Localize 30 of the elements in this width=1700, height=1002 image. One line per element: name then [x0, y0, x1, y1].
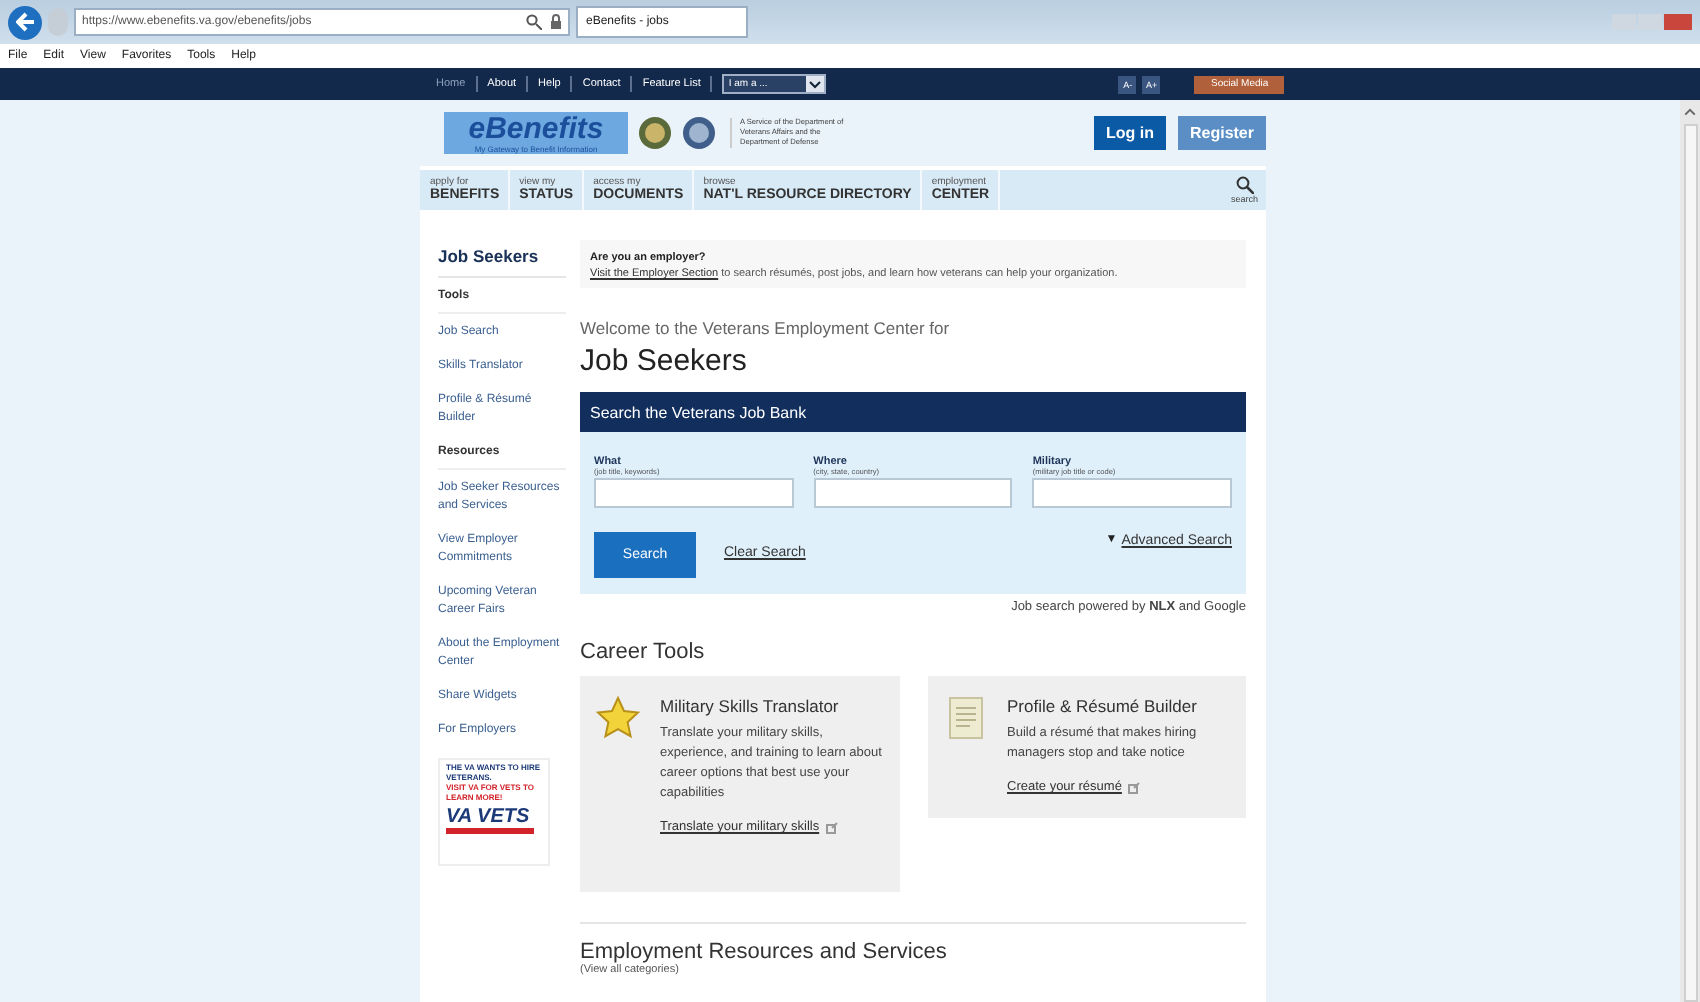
input-field[interactable]	[1032, 478, 1233, 508]
seal-icon	[682, 116, 716, 150]
welcome-subtitle: Welcome to the Veterans Employment Center for	[580, 318, 952, 338]
input-field[interactable]	[594, 478, 794, 508]
external-link-icon	[1127, 781, 1140, 793]
window-controls-icon	[1612, 13, 1692, 31]
scrollbar[interactable]	[1680, 100, 1700, 1002]
scrollbar-thumb[interactable]	[1683, 123, 1697, 1002]
input-field[interactable]	[813, 478, 1013, 508]
back-button[interactable]	[8, 5, 42, 39]
star-icon	[596, 696, 640, 740]
sidebar-title: Job Seekers	[438, 246, 566, 278]
card-title: Profile & Résumé Builder	[1007, 696, 1199, 716]
lock-icon	[550, 14, 562, 30]
document-icon	[943, 696, 987, 740]
banner-strip	[446, 828, 534, 834]
login-button[interactable]: Log in	[1093, 116, 1166, 150]
search-icon	[526, 14, 542, 30]
job-search-header: Search the Veterans Job Bank	[580, 392, 1246, 432]
search-icon	[1235, 176, 1254, 194]
banner-logo: VA VETS	[446, 806, 532, 828]
dropdown-arrow-icon	[806, 76, 825, 92]
page-title: Job Seekers	[580, 344, 749, 378]
seal-icon	[638, 116, 672, 150]
section-title: Employment Resources and Services	[580, 940, 949, 964]
back-arrow-icon	[15, 12, 35, 32]
section-title: Career Tools	[580, 640, 707, 664]
scroll-up-icon	[1684, 108, 1696, 116]
card-title: Military Skills Translator	[660, 696, 841, 716]
external-link-icon	[825, 821, 838, 833]
